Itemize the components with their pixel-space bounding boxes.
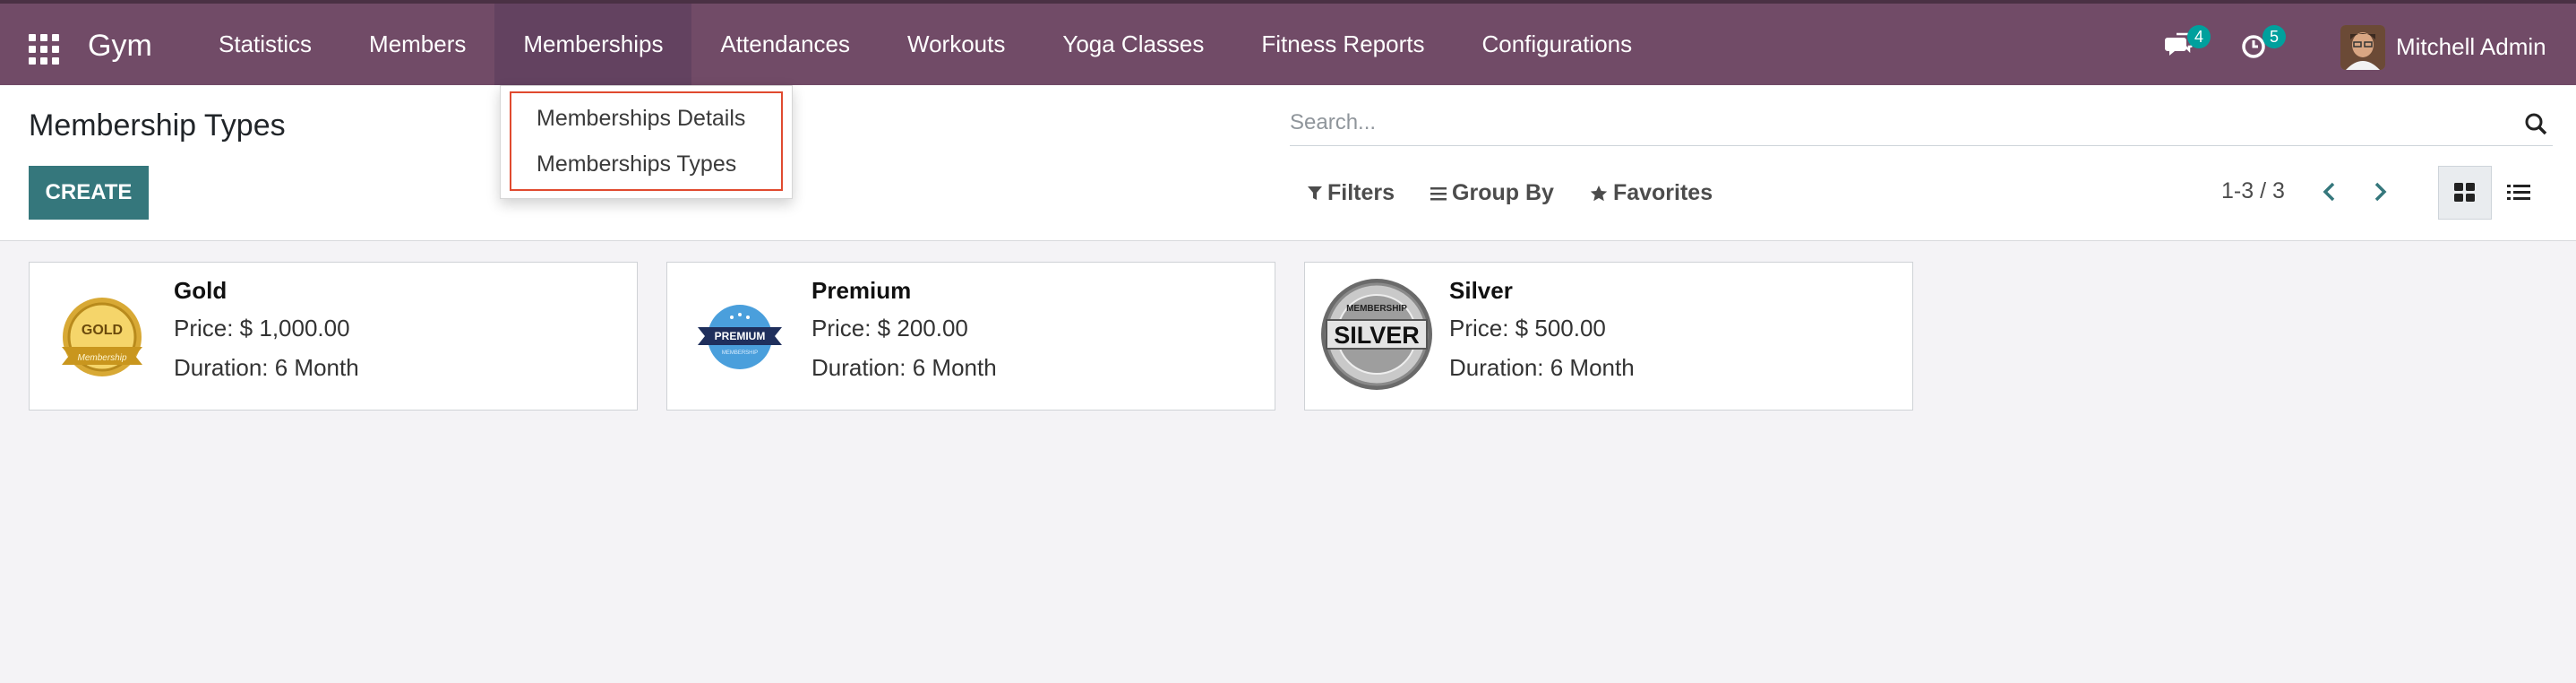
gold-badge-icon: GOLD Membership bbox=[62, 298, 142, 376]
kanban-view-button[interactable] bbox=[2438, 166, 2492, 220]
gold-badge-subtext: Membership bbox=[77, 353, 126, 363]
favorites-label: Favorites bbox=[1612, 180, 1713, 205]
card-duration: Duration: 6 Month bbox=[811, 354, 997, 381]
messages-count-badge: 4 bbox=[2187, 25, 2211, 48]
card-price: Price: $ 200.00 bbox=[811, 315, 968, 342]
premium-badge-text: PREMIUM bbox=[715, 330, 766, 342]
filters-label: Filters bbox=[1327, 180, 1395, 205]
search-options: Filters Group By Favorites bbox=[1308, 180, 1713, 206]
kanban-card[interactable]: GOLD Membership Gold Price: $ 1,000.00 D… bbox=[29, 262, 638, 411]
main-menu: Statistics Members Memberships Attendanc… bbox=[190, 4, 1661, 85]
apps-menu-icon[interactable] bbox=[29, 34, 59, 65]
star-icon bbox=[1590, 185, 1608, 201]
silver-badge-icon: SILVER MEMBERSHIP bbox=[1321, 279, 1432, 390]
search-input[interactable] bbox=[1290, 101, 2490, 144]
card-name: Silver bbox=[1449, 277, 1513, 304]
view-switcher bbox=[2438, 166, 2546, 220]
user-name[interactable]: Mitchell Admin bbox=[2396, 33, 2546, 61]
dropdown-item-memberships-details[interactable]: Memberships Details bbox=[537, 106, 745, 132]
group-by-label: Group By bbox=[1452, 180, 1554, 205]
gold-badge-text: GOLD bbox=[82, 323, 123, 338]
group-by-toggle[interactable]: Group By bbox=[1430, 180, 1554, 206]
activities-button[interactable]: 5 bbox=[2239, 25, 2286, 61]
menu-attendances[interactable]: Attendances bbox=[691, 4, 879, 85]
card-duration: Duration: 6 Month bbox=[1449, 354, 1635, 381]
menu-statistics[interactable]: Statistics bbox=[190, 4, 340, 85]
silver-badge-subtext: MEMBERSHIP bbox=[1346, 304, 1407, 314]
menu-workouts[interactable]: Workouts bbox=[879, 4, 1034, 85]
premium-badge-subtext: MEMBERSHIP bbox=[722, 350, 758, 356]
card-duration: Duration: 6 Month bbox=[174, 354, 359, 381]
menu-fitness-reports[interactable]: Fitness Reports bbox=[1232, 4, 1453, 85]
top-navbar: Gym Statistics Members Memberships Atten… bbox=[0, 0, 2576, 85]
activities-count-badge: 5 bbox=[2263, 25, 2286, 48]
card-price: Price: $ 1,000.00 bbox=[174, 315, 350, 342]
search-bar bbox=[1290, 101, 2553, 146]
app-brand[interactable]: Gym bbox=[88, 29, 152, 64]
menu-configurations[interactable]: Configurations bbox=[1453, 4, 1661, 85]
user-avatar[interactable] bbox=[2340, 25, 2385, 70]
filters-toggle[interactable]: Filters bbox=[1308, 180, 1395, 206]
card-name: Gold bbox=[174, 277, 228, 304]
search-icon[interactable] bbox=[2524, 112, 2547, 135]
kanban-card[interactable]: PREMIUM MEMBERSHIP Premium Price: $ 200.… bbox=[666, 262, 1275, 411]
pager-value[interactable]: 1-3 / 3 bbox=[2221, 178, 2285, 204]
avatar-photo-icon bbox=[2340, 25, 2385, 70]
chevron-right-icon[interactable] bbox=[2366, 178, 2393, 205]
list-view-button[interactable] bbox=[2492, 166, 2546, 220]
chevron-left-icon[interactable] bbox=[2316, 178, 2343, 205]
favorites-toggle[interactable]: Favorites bbox=[1590, 180, 1713, 206]
filter-icon bbox=[1308, 186, 1322, 200]
menu-memberships[interactable]: Memberships bbox=[494, 4, 692, 85]
bars-icon bbox=[1430, 186, 1447, 200]
messages-button[interactable]: 4 bbox=[2164, 25, 2211, 61]
create-button[interactable]: CREATE bbox=[29, 166, 149, 220]
list-icon bbox=[2507, 185, 2530, 200]
card-price: Price: $ 500.00 bbox=[1449, 315, 1606, 342]
control-panel: Membership Types CREATE Filters Group By bbox=[0, 85, 2576, 241]
kanban-grid-icon bbox=[2454, 183, 2475, 202]
card-name: Premium bbox=[811, 277, 912, 304]
dropdown-item-memberships-types[interactable]: Memberships Types bbox=[537, 151, 736, 177]
premium-badge-icon: PREMIUM MEMBERSHIP bbox=[698, 305, 782, 369]
menu-yoga-classes[interactable]: Yoga Classes bbox=[1034, 4, 1232, 85]
menu-members[interactable]: Members bbox=[340, 4, 494, 85]
silver-badge-text: SILVER bbox=[1334, 322, 1420, 349]
kanban-card[interactable]: SILVER MEMBERSHIP Silver Price: $ 500.00… bbox=[1304, 262, 1913, 411]
page-title: Membership Types bbox=[29, 108, 286, 143]
memberships-dropdown: Memberships Details Memberships Types bbox=[500, 85, 793, 199]
